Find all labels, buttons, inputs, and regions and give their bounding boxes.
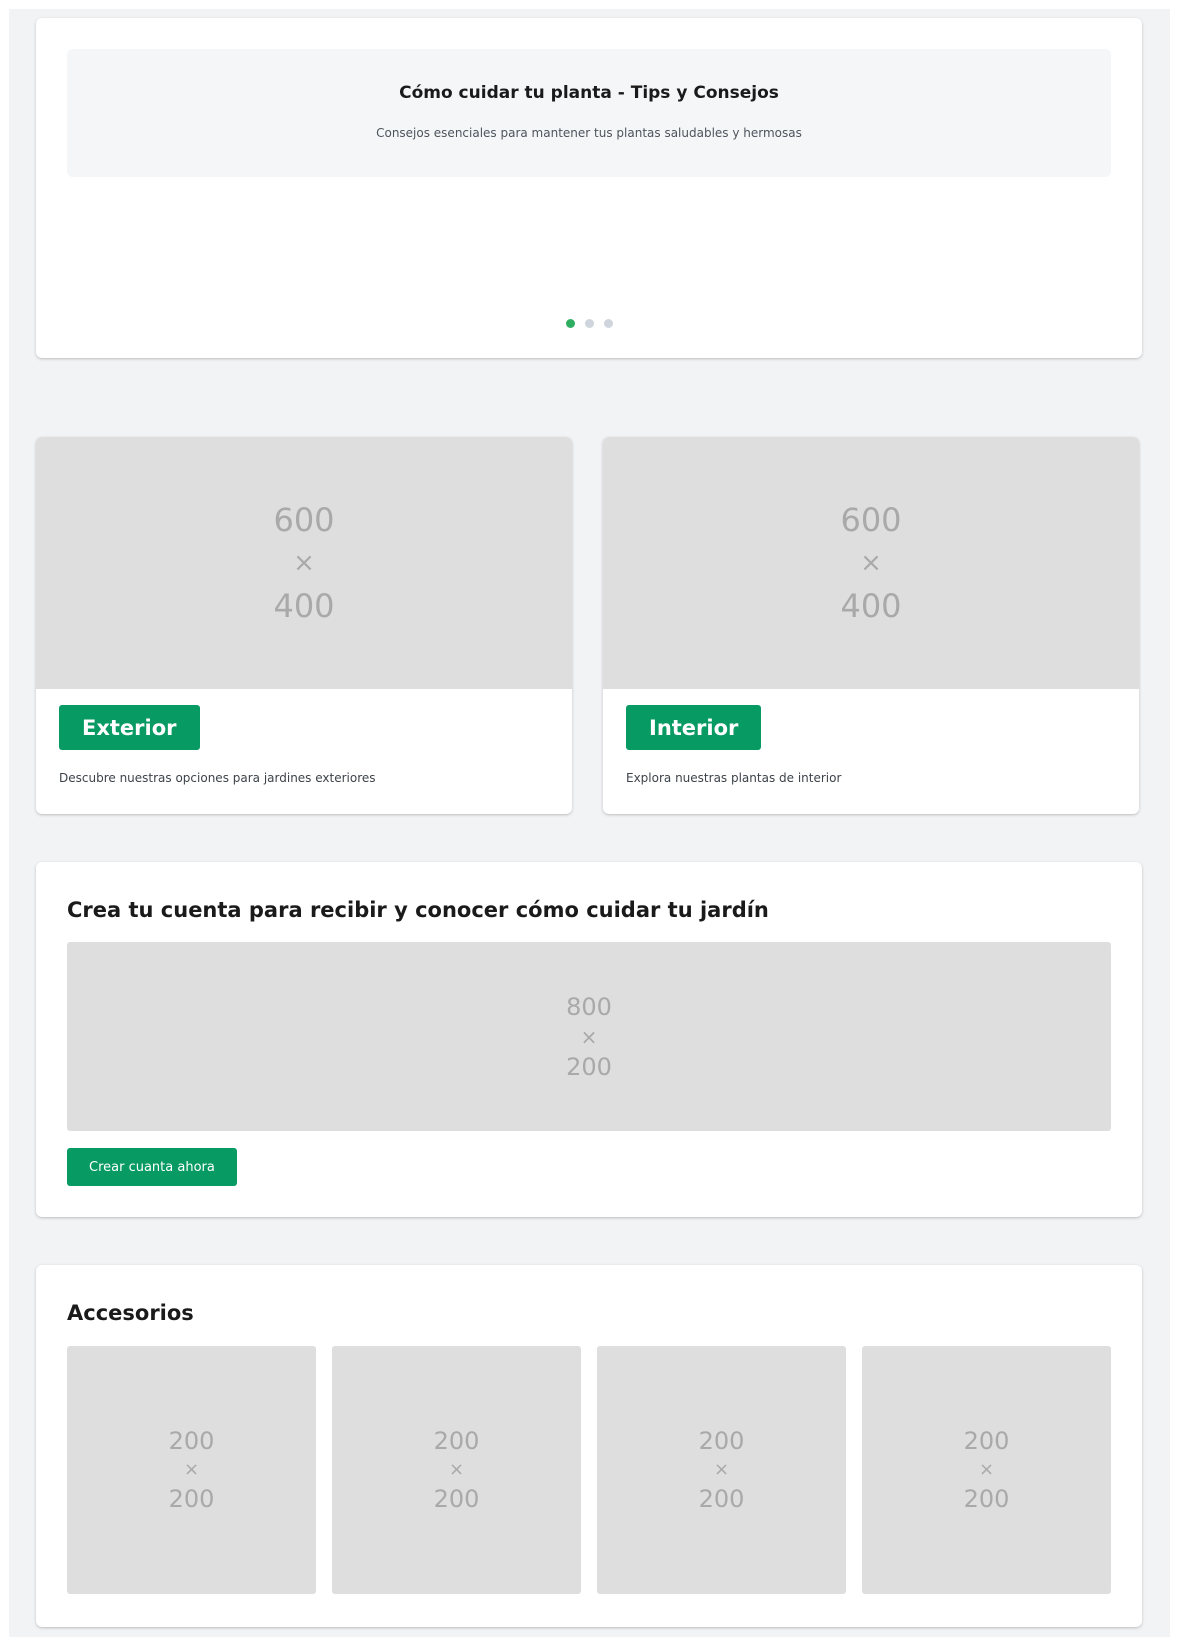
- accessories-card: Accesorios 200 × 200 200 × 200 200 × 200…: [36, 1265, 1142, 1627]
- signup-title: Crea tu cuenta para recibir y conocer có…: [67, 898, 769, 922]
- placeholder-width: 600: [273, 501, 335, 539]
- carousel-dot-2[interactable]: [584, 319, 594, 328]
- accessories-grid: 200 × 200 200 × 200 200 × 200 200 × 200: [67, 1346, 1111, 1594]
- placeholder-height: 200: [433, 1485, 480, 1513]
- signup-image-placeholder: 800 × 200: [67, 942, 1111, 1131]
- placeholder-width: 800: [566, 992, 612, 1021]
- placeholder-times: ×: [183, 1459, 200, 1480]
- category-image-placeholder: 600 × 400: [603, 437, 1139, 689]
- category-card-exterior: 600 × 400 Exterior Descubre nuestras opc…: [36, 437, 572, 814]
- placeholder-height: 200: [168, 1485, 215, 1513]
- slide-title: Cómo cuidar tu planta - Tips y Consejos: [399, 83, 779, 103]
- carousel-dot-3[interactable]: [603, 319, 613, 328]
- placeholder-times: ×: [860, 548, 882, 578]
- placeholder-height: 200: [963, 1485, 1010, 1513]
- placeholder-width: 200: [698, 1427, 745, 1455]
- category-card-interior: 600 × 400 Interior Explora nuestras plan…: [603, 437, 1139, 814]
- placeholder-times: ×: [293, 548, 315, 578]
- accessory-item[interactable]: 200 × 200: [67, 1346, 316, 1594]
- accessory-item[interactable]: 200 × 200: [597, 1346, 846, 1594]
- placeholder-width: 200: [433, 1427, 480, 1455]
- carousel-dot-1[interactable]: [565, 319, 575, 328]
- placeholder-times: ×: [978, 1459, 995, 1480]
- accessory-item[interactable]: 200 × 200: [332, 1346, 581, 1594]
- placeholder-width: 200: [963, 1427, 1010, 1455]
- tips-carousel: Cómo cuidar tu planta - Tips y Consejos …: [36, 18, 1142, 358]
- exterior-button[interactable]: Exterior: [59, 705, 200, 750]
- create-account-button[interactable]: Crear cuanta ahora: [67, 1148, 237, 1186]
- accessory-item[interactable]: 200 × 200: [862, 1346, 1111, 1594]
- placeholder-width: 200: [168, 1427, 215, 1455]
- placeholder-height: 400: [840, 587, 902, 625]
- placeholder-height: 400: [273, 587, 335, 625]
- carousel-slide[interactable]: Cómo cuidar tu planta - Tips y Consejos …: [67, 49, 1111, 177]
- placeholder-height: 200: [566, 1052, 612, 1081]
- slide-subtitle: Consejos esenciales para mantener tus pl…: [376, 126, 802, 140]
- signup-card: Crea tu cuenta para recibir y conocer có…: [36, 862, 1142, 1217]
- placeholder-times: ×: [713, 1459, 730, 1480]
- category-description: Descubre nuestras opciones para jardines…: [59, 771, 376, 785]
- interior-button[interactable]: Interior: [626, 705, 762, 750]
- placeholder-times: ×: [580, 1024, 598, 1049]
- placeholder-height: 200: [698, 1485, 745, 1513]
- carousel-indicators: [36, 319, 1142, 328]
- category-image-placeholder: 600 × 400: [36, 437, 572, 689]
- placeholder-width: 600: [840, 501, 902, 539]
- placeholder-times: ×: [448, 1459, 465, 1480]
- category-description: Explora nuestras plantas de interior: [626, 771, 842, 785]
- accessories-title: Accesorios: [67, 1301, 194, 1325]
